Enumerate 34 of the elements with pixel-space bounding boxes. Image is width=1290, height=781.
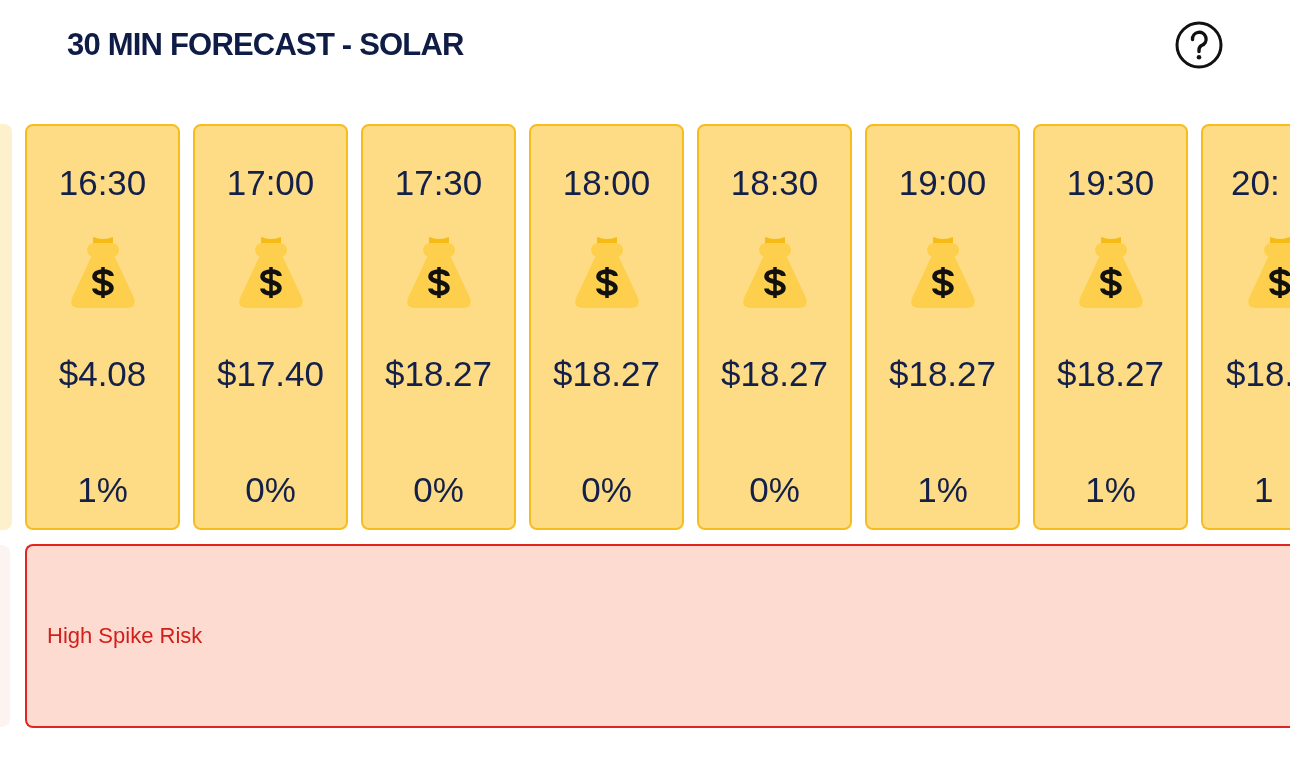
- help-icon[interactable]: [1175, 21, 1223, 69]
- slot-time: 19:30: [1066, 162, 1155, 204]
- money-bag-icon: [237, 237, 304, 309]
- slot-time: 17:00: [226, 162, 315, 204]
- page-title: 30 MIN FORECAST - SOLAR: [67, 27, 464, 63]
- slot-price: $18.27: [888, 353, 997, 395]
- money-bag-icon: [1077, 237, 1144, 309]
- money-bag-icon: [741, 237, 808, 309]
- slot-price: $17.40: [216, 353, 325, 395]
- slot-chance: 0%: [245, 469, 296, 511]
- slot-price: $18.27: [552, 353, 661, 395]
- slot-price: $18.27: [384, 353, 493, 395]
- slot-chance: 0%: [581, 469, 632, 511]
- slot-time: 20:: [1231, 162, 1280, 204]
- money-bag-icon: [573, 237, 640, 309]
- money-bag-icon: [69, 237, 136, 309]
- money-bag-icon: [405, 237, 472, 309]
- slot-time: 19:00: [898, 162, 987, 204]
- slot-chance: 1: [1254, 469, 1274, 511]
- money-bag-icon: [909, 237, 976, 309]
- slot-time: 18:30: [730, 162, 819, 204]
- slot-chance: 0%: [413, 469, 464, 511]
- slot-price: $18.27: [1056, 353, 1165, 395]
- slot-price: $4.08: [58, 353, 147, 395]
- slot-chance: 0%: [749, 469, 800, 511]
- spike-risk-label: High Spike Risk: [47, 623, 203, 649]
- slot-chance: 1%: [77, 469, 128, 511]
- slot-chance: 1%: [1085, 469, 1136, 511]
- slot-time: 17:30: [394, 162, 483, 204]
- slot-price: $18.: [1226, 353, 1290, 395]
- slot-time: 18:00: [562, 162, 651, 204]
- slot-time: 16:30: [58, 162, 147, 204]
- slot-chance: 1%: [917, 469, 968, 511]
- slot-price: $18.27: [720, 353, 829, 395]
